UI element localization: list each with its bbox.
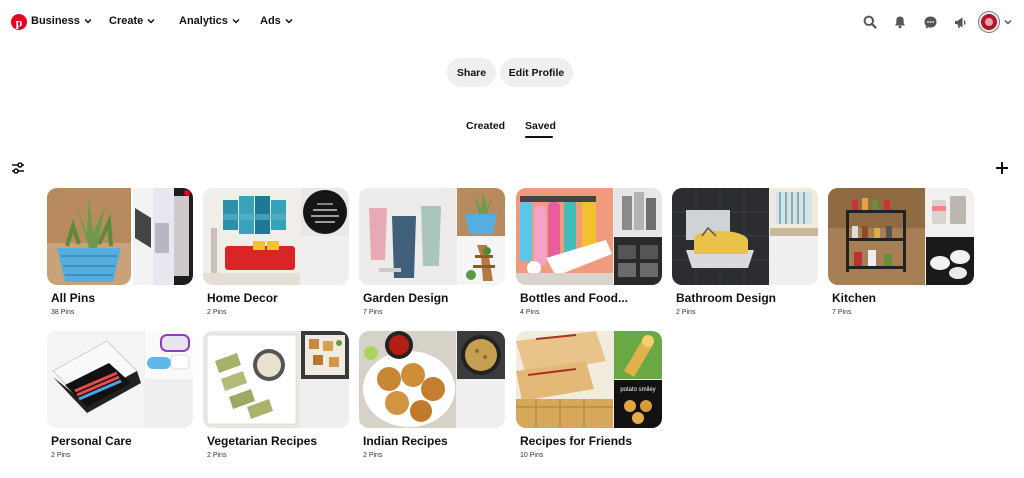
active-tab-indicator	[525, 136, 553, 138]
board-cover-image	[47, 331, 144, 428]
board-cover-image	[516, 188, 613, 285]
nav-ads-label: Ads	[260, 15, 281, 27]
board-pin-count: 7 Pins	[363, 309, 383, 316]
board-cover-image	[770, 188, 818, 236]
board-pin-count: 10 Pins	[520, 452, 544, 459]
board-title: Recipes for Friends	[520, 434, 633, 448]
nav-analytics-menu[interactable]: Analytics	[179, 15, 240, 27]
board-cover-image	[359, 331, 456, 428]
board-cover-image	[457, 331, 505, 379]
board-title: Indian Recipes	[363, 434, 448, 448]
board-cover-image	[301, 331, 349, 379]
bell-icon[interactable]	[890, 12, 910, 32]
board-title: Personal Care	[51, 434, 132, 448]
top-navigation: p Business Create Analytics Ads	[0, 0, 1024, 46]
board-title: Bathroom Design	[676, 291, 777, 305]
board-title: Bottles and Food...	[520, 291, 628, 305]
svg-text:p: p	[16, 16, 23, 30]
board-cover-image	[926, 188, 974, 236]
board-cover-placeholder	[301, 237, 349, 285]
chevron-down-icon	[285, 18, 293, 24]
board-cover-image	[203, 331, 300, 428]
board-cover-image	[457, 188, 505, 236]
board-cover-image	[359, 188, 456, 285]
board-cover-image	[145, 331, 193, 379]
avatar[interactable]	[979, 12, 999, 32]
chevron-down-icon	[147, 18, 155, 24]
nav-analytics-label: Analytics	[179, 15, 228, 27]
board-pin-count: 38 Pins	[51, 309, 75, 316]
board-cover[interactable]	[203, 188, 349, 285]
nav-business-menu[interactable]: Business	[31, 15, 92, 27]
board-cover[interactable]	[203, 331, 349, 428]
board-cover-image	[203, 188, 300, 285]
board-title: Kitchen	[832, 291, 877, 305]
board-pin-count: 2 Pins	[363, 452, 383, 459]
search-icon[interactable]	[860, 12, 880, 32]
nav-create-menu[interactable]: Create	[109, 15, 155, 27]
pinterest-logo-icon[interactable]: p	[11, 14, 27, 30]
board-pin-count: 2 Pins	[51, 452, 71, 459]
board-cover[interactable]	[672, 188, 818, 285]
board-cover-placeholder	[770, 237, 818, 285]
board-cover[interactable]	[516, 188, 662, 285]
megaphone-icon[interactable]	[950, 12, 970, 32]
nav-create-label: Create	[109, 15, 144, 27]
board-pin-count: 4 Pins	[520, 309, 540, 316]
board-pin-count: 2 Pins	[207, 309, 227, 316]
board-cover[interactable]	[47, 188, 193, 285]
board-cover-image	[672, 188, 769, 285]
nav-ads-menu[interactable]: Ads	[260, 15, 293, 27]
board-cover-image	[614, 188, 662, 236]
board-cover-placeholder	[301, 380, 349, 428]
chevron-down-icon	[232, 18, 240, 24]
svg-text:potato smiley: potato smiley	[620, 387, 655, 393]
board-cover-image	[516, 331, 613, 428]
filter-icon[interactable]	[10, 160, 26, 176]
board-cover[interactable]	[47, 331, 193, 428]
board-title: All Pins	[51, 291, 96, 305]
edit-profile-button[interactable]: Edit Profile	[500, 58, 573, 87]
board-cover[interactable]	[359, 331, 505, 428]
board-cover-image	[457, 237, 505, 285]
tab-created[interactable]: Created	[466, 120, 505, 132]
chat-icon[interactable]	[920, 12, 940, 32]
board-title: Garden Design	[363, 291, 449, 305]
board-cover[interactable]	[359, 188, 505, 285]
tab-saved[interactable]: Saved	[525, 120, 556, 132]
board-pin-count: 2 Pins	[207, 452, 227, 459]
board-cover-image	[47, 188, 193, 285]
board-cover-placeholder	[145, 380, 193, 428]
board-cover-image	[828, 188, 925, 285]
board-cover[interactable]	[828, 188, 974, 285]
chevron-down-icon[interactable]	[1002, 12, 1014, 32]
board-title: Home Decor	[207, 291, 278, 305]
board-cover-image	[301, 188, 349, 236]
share-button[interactable]: Share	[447, 58, 496, 87]
plus-icon[interactable]	[994, 160, 1010, 176]
board-cover-image	[614, 237, 662, 285]
board-pin-count: 7 Pins	[832, 309, 852, 316]
board-pin-count: 2 Pins	[676, 309, 696, 316]
board-cover-image	[614, 331, 662, 379]
board-cover-image	[926, 237, 974, 285]
board-cover-placeholder	[457, 380, 505, 428]
board-title: Vegetarian Recipes	[207, 434, 318, 448]
board-cover-image: potato smiley	[614, 380, 662, 428]
chevron-down-icon	[84, 18, 92, 24]
board-cover[interactable]: potato smiley	[516, 331, 662, 428]
nav-business-label: Business	[31, 15, 80, 27]
